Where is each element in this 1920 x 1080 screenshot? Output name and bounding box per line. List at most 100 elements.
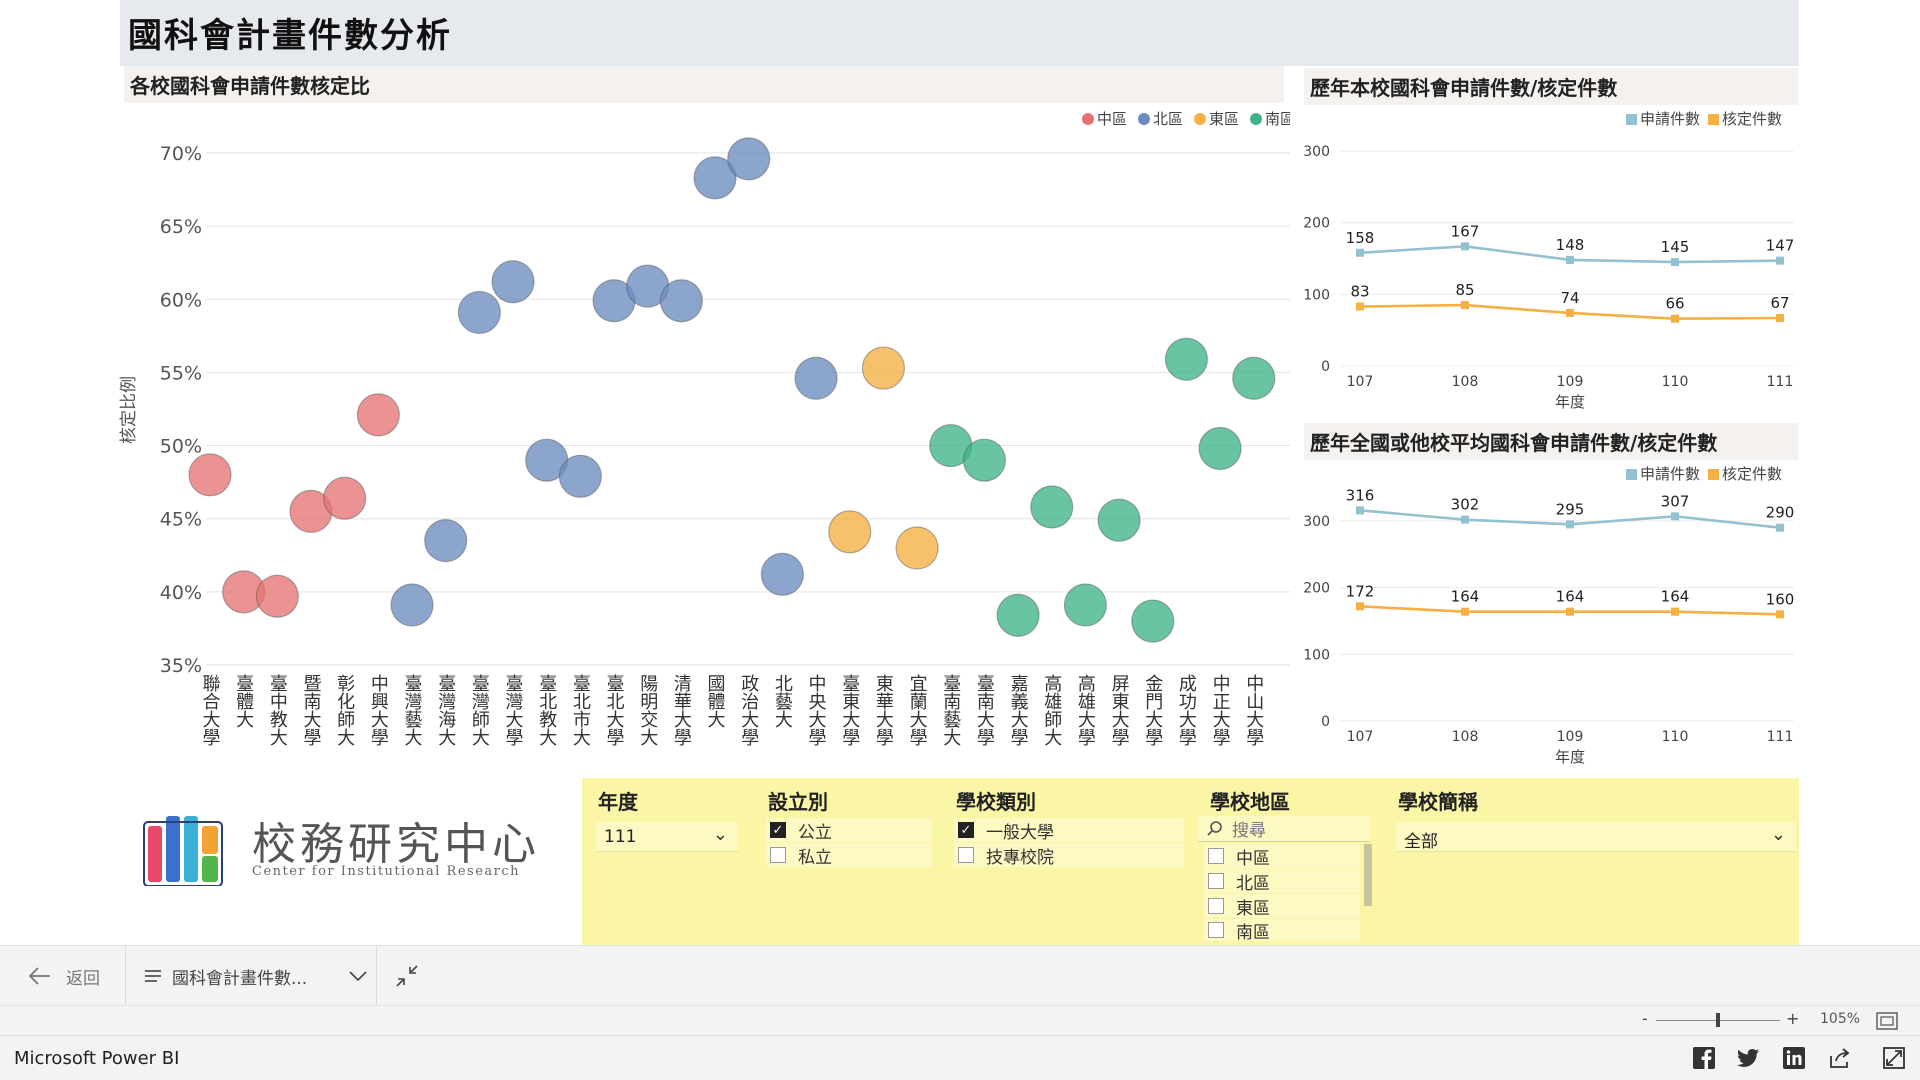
back-button[interactable]: 返回 [26, 946, 116, 1006]
share-icon[interactable] [1828, 1046, 1852, 1070]
x-tick-label: 臺體大 [233, 674, 254, 728]
fit-page-icon[interactable] [1876, 1012, 1898, 1030]
y-tick-label: 100 [1303, 647, 1330, 663]
school-type-option-tech[interactable]: 技專校院 [954, 843, 1184, 868]
data-point[interactable] [1461, 515, 1469, 524]
bubble[interactable] [794, 356, 838, 400]
legend-label: 東區 [1209, 110, 1239, 128]
region-option-central[interactable]: 中區 [1204, 844, 1360, 869]
bubble[interactable] [1063, 583, 1108, 627]
logo-text: 校務研究中心 [252, 819, 540, 870]
y-tick-label: 0 [1321, 359, 1330, 375]
bubble[interactable] [457, 290, 501, 335]
line-chart-1[interactable]: 申請件數 核定件數 0 100 200 300 107 108 109 110 111 年度 158 16… [1300, 100, 1800, 420]
region-scrollbar[interactable] [1364, 844, 1372, 906]
data-point[interactable] [1356, 506, 1364, 515]
bubble[interactable] [1198, 426, 1242, 471]
bubble[interactable] [962, 438, 1007, 482]
school-type-option-label: 一般大學 [986, 822, 1054, 843]
bubble[interactable] [828, 510, 872, 554]
data-point[interactable] [1356, 248, 1364, 257]
bubble[interactable] [861, 346, 906, 390]
data-point[interactable] [1671, 258, 1679, 267]
region-search-input[interactable]: 搜尋 [1198, 816, 1370, 842]
x-tick-label: 110 [1662, 374, 1689, 390]
legend-label: 中區 [1097, 110, 1127, 128]
bubble[interactable] [659, 279, 703, 323]
region-option-south[interactable]: 南區 [1204, 919, 1360, 941]
region-option-label: 東區 [1236, 898, 1270, 919]
data-point[interactable] [1566, 308, 1574, 317]
y-tick-label: 40% [160, 582, 202, 604]
data-point[interactable] [1776, 256, 1784, 265]
bubble[interactable] [760, 552, 804, 596]
zoom-out-button[interactable]: - [1642, 1009, 1648, 1028]
region-option-north[interactable]: 北區 [1204, 869, 1360, 894]
zoom-slider-thumb[interactable] [1716, 1013, 1720, 1027]
arrow-left-icon [28, 967, 50, 985]
x-tick-label: 108 [1452, 374, 1479, 390]
x-tick-label: 107 [1347, 374, 1374, 390]
data-point[interactable] [1776, 523, 1784, 532]
school-type-option-general[interactable]: ✓ 一般大學 [954, 818, 1184, 843]
search-icon [1207, 820, 1222, 836]
data-point[interactable] [1356, 302, 1364, 311]
bubble[interactable] [895, 526, 939, 570]
data-point[interactable] [1566, 255, 1574, 264]
year-dropdown[interactable]: 111 ⌄ [596, 822, 738, 852]
line-chart-2[interactable]: 申請件數 核定件數 0 100 200 300 107 108 109 110 111 年度 316 30… [1300, 455, 1800, 780]
bubble[interactable] [323, 476, 367, 520]
bubble[interactable] [1030, 485, 1074, 529]
checkbox-checked-icon: ✓ [958, 822, 974, 838]
data-point[interactable] [1356, 602, 1364, 611]
collapse-button[interactable] [396, 946, 426, 1006]
bubble[interactable] [424, 519, 468, 563]
bubble[interactable] [996, 593, 1040, 637]
x-tick-label: 屏東大學 [1109, 674, 1130, 747]
school-name-dropdown[interactable]: 全部 ⌄ [1396, 822, 1796, 852]
x-tick-label: 111 [1767, 374, 1794, 390]
data-point[interactable] [1461, 607, 1469, 616]
bubble[interactable] [727, 137, 771, 181]
bubble[interactable] [356, 393, 400, 437]
legend-marker [1250, 113, 1262, 125]
facebook-icon[interactable] [1692, 1046, 1716, 1070]
data-point[interactable] [1671, 512, 1679, 521]
x-tick-label: 110 [1662, 729, 1689, 745]
page-selector[interactable]: 國科會計畫件數... [144, 946, 368, 1006]
bubble[interactable] [255, 574, 299, 618]
data-point[interactable] [1461, 301, 1469, 310]
data-label: 160 [1766, 590, 1795, 608]
title-bar: 國科會計畫件數分析 [120, 0, 1799, 66]
region-option-label: 南區 [1236, 922, 1270, 942]
data-point[interactable] [1671, 607, 1679, 616]
linkedin-icon[interactable] [1782, 1046, 1806, 1070]
bubble[interactable] [1164, 337, 1209, 381]
y-tick-label: 60% [160, 289, 202, 311]
zoom-in-button[interactable]: + [1786, 1009, 1799, 1028]
data-point[interactable] [1671, 314, 1679, 323]
region-option-east[interactable]: 東區 [1204, 894, 1360, 919]
twitter-icon[interactable] [1736, 1046, 1760, 1070]
bubble[interactable] [390, 583, 434, 627]
data-point[interactable] [1776, 313, 1784, 322]
fullscreen-icon[interactable] [1882, 1046, 1906, 1070]
bubble[interactable] [1232, 356, 1276, 400]
data-point[interactable] [1776, 610, 1784, 619]
establishment-option-public[interactable]: ✓ 公立 [766, 818, 932, 843]
data-point[interactable] [1461, 242, 1469, 251]
bubble[interactable] [1131, 599, 1175, 643]
establishment-option-private[interactable]: 私立 [766, 843, 932, 868]
bubble-chart[interactable]: 中區 北區 東區 南區 35% 40% 45% 50% 55% 60% 65% 70% 核定比例聯合大學… [110, 100, 1290, 790]
slicer-year-title: 年度 [598, 790, 638, 814]
legend-label: 核定件數 [1722, 465, 1782, 483]
data-point[interactable] [1566, 520, 1574, 529]
bubble[interactable] [188, 453, 232, 497]
bubble-chart-title: 各校國科會申請件數核定比 [124, 66, 1284, 103]
bubble[interactable] [491, 260, 535, 304]
legend-marker [1708, 469, 1719, 480]
data-point[interactable] [1566, 607, 1574, 616]
y-tick-label: 100 [1303, 287, 1330, 303]
bubble[interactable] [558, 454, 602, 498]
bubble[interactable] [1097, 498, 1141, 542]
